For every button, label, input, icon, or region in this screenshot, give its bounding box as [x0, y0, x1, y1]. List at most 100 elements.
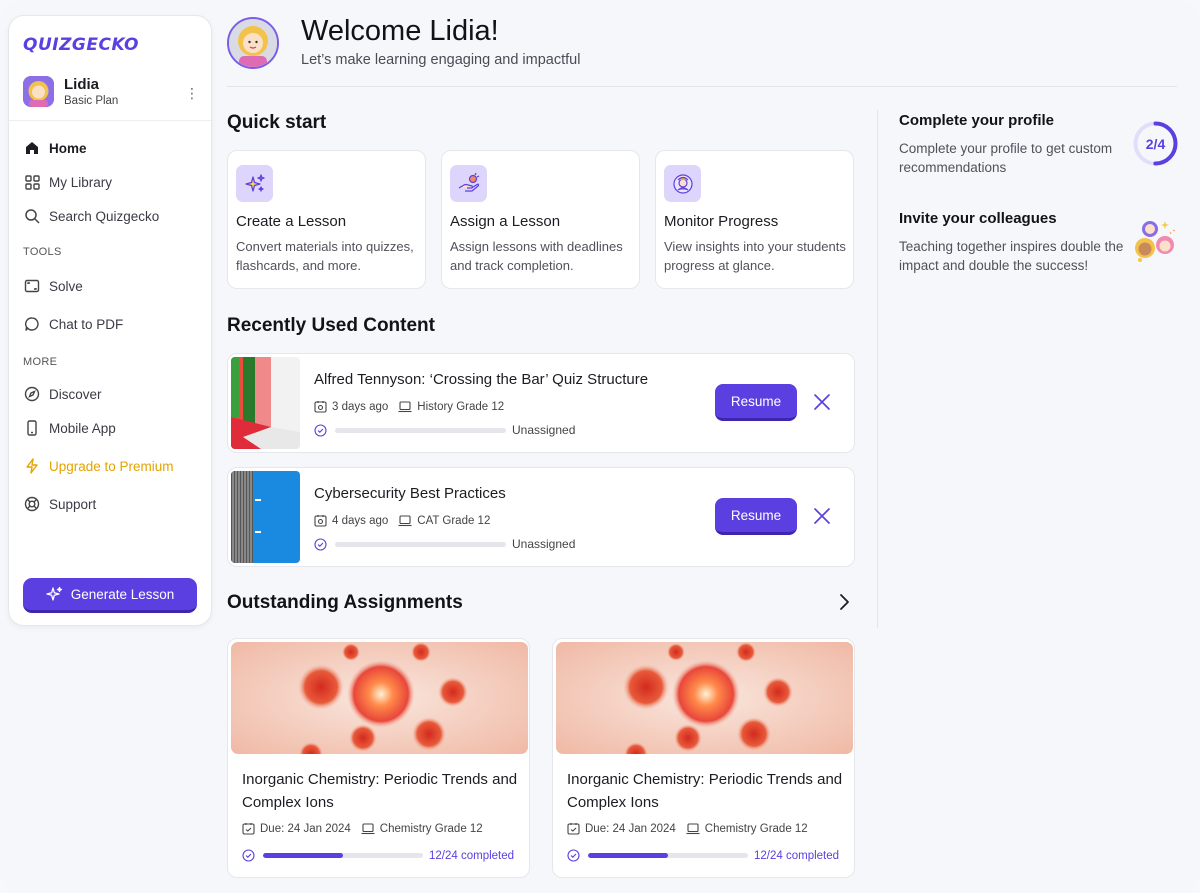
- quick-start-card-assign[interactable]: Assign a Lesson Assign lessons with dead…: [441, 150, 640, 289]
- recent-content-heading: Recently Used Content: [227, 315, 435, 336]
- header-divider: [227, 86, 1177, 87]
- sidebar-item-label: Search Quizgecko: [49, 208, 160, 224]
- assignment-progress: 12/24 completed: [567, 849, 847, 862]
- laptop-icon: [686, 822, 700, 835]
- check-circle-icon: [314, 537, 327, 551]
- assignment-title: Inorganic Chemistry: Periodic Trends and…: [567, 771, 843, 811]
- content-class: History Grade 12: [417, 400, 505, 413]
- assignment-card[interactable]: Inorganic Chemistry: Periodic Trends and…: [227, 638, 530, 878]
- compass-icon: [23, 385, 41, 403]
- close-icon[interactable]: [812, 392, 832, 412]
- app-frame: QUIZGECKO Lidia Basic Plan ⋮ Home My Lib…: [0, 0, 1200, 893]
- sidebar-item-upgrade[interactable]: Upgrade to Premium: [23, 453, 201, 479]
- profile-progress-text: 2/4: [1145, 135, 1166, 152]
- app-logo[interactable]: QUIZGECKO: [23, 35, 139, 55]
- sidebar-item-my-library[interactable]: My Library: [23, 169, 201, 195]
- sidebar-item-label: Home: [49, 140, 87, 156]
- assignment-status: Unassigned: [512, 537, 576, 551]
- resume-button[interactable]: Resume: [715, 498, 797, 535]
- home-icon: [23, 139, 41, 157]
- assignment-class: Chemistry Grade 12: [704, 822, 808, 835]
- sparkles-icon: [236, 165, 273, 202]
- sidebar-item-discover[interactable]: Discover: [23, 381, 201, 407]
- assignment-status: Unassigned: [512, 423, 576, 437]
- progress-bar: [335, 427, 506, 433]
- assignment-thumbnail: [231, 642, 528, 754]
- tools-section-label: TOOLS: [23, 246, 62, 258]
- colleagues-illustration-icon: [1132, 218, 1178, 264]
- close-icon[interactable]: [812, 506, 832, 526]
- recent-content-item[interactable]: Alfred Tennyson: ‘Crossing the Bar’ Quiz…: [227, 353, 855, 453]
- sidebar-item-label: Chat to PDF: [49, 316, 124, 332]
- assignment-progress: 12/24 completed: [242, 849, 522, 862]
- resume-button[interactable]: Resume: [715, 384, 797, 421]
- content-progress: Unassigned: [314, 537, 575, 551]
- content-time: 4 days ago: [332, 514, 389, 527]
- sidebar-item-chat-to-pdf[interactable]: Chat to PDF: [23, 311, 201, 337]
- sidebar-item-home[interactable]: Home: [23, 135, 201, 161]
- sidebar-item-solve[interactable]: Solve: [23, 273, 201, 299]
- recent-content-item[interactable]: Cybersecurity Best Practices 4 days ago …: [227, 467, 855, 567]
- user-name: Lidia: [64, 76, 100, 93]
- quick-start-card-title: Monitor Progress: [664, 213, 779, 230]
- sidebar-item-mobile-app[interactable]: Mobile App: [23, 415, 201, 441]
- check-circle-icon: [314, 423, 327, 437]
- check-circle-icon: [567, 849, 580, 862]
- assignment-meta: Due: 24 Jan 2024 Chemistry Grade 12: [242, 822, 483, 835]
- content-thumbnail: [231, 471, 300, 563]
- right-panel-divider: [877, 110, 878, 628]
- sidebar-item-support[interactable]: Support: [23, 491, 201, 517]
- complete-profile-desc: Complete your profile to get custom reco…: [899, 141, 1113, 175]
- sidebar-item-search[interactable]: Search Quizgecko: [23, 203, 201, 229]
- assignment-title: Inorganic Chemistry: Periodic Trends and…: [242, 771, 518, 811]
- assignment-thumbnail: [556, 642, 853, 754]
- generate-lesson-button[interactable]: Generate Lesson: [23, 578, 197, 613]
- quick-start-card-monitor[interactable]: Monitor Progress View insights into your…: [655, 150, 854, 289]
- content-time: 3 days ago: [332, 400, 389, 413]
- assignments-heading: Outstanding Assignments: [227, 592, 463, 613]
- sidebar-item-label: Mobile App: [49, 420, 116, 436]
- calendar-check-icon: [242, 822, 255, 835]
- more-section-label: MORE: [23, 356, 58, 368]
- header-avatar[interactable]: [227, 17, 279, 69]
- lifebuoy-icon: [23, 495, 41, 513]
- user-avatar: [23, 76, 54, 107]
- monitor-student-icon: [664, 165, 701, 202]
- quick-start-card-create[interactable]: Create a Lesson Convert materials into q…: [227, 150, 426, 289]
- content-meta: 4 days ago CAT Grade 12: [314, 514, 490, 527]
- quick-start-card-desc: Assign lessons with deadlines and track …: [450, 239, 623, 273]
- user-profile[interactable]: Lidia Basic Plan ⋮: [23, 76, 199, 110]
- progress-count: 12/24 completed: [754, 849, 840, 862]
- content-title: Alfred Tennyson: ‘Crossing the Bar’ Quiz…: [314, 371, 649, 388]
- user-plan: Basic Plan: [64, 95, 119, 107]
- lightning-icon: [23, 457, 41, 475]
- search-icon: [23, 207, 41, 225]
- progress-count: 12/24 completed: [429, 849, 515, 862]
- sparkle-icon: [46, 586, 63, 603]
- invite-colleagues-title[interactable]: Invite your colleagues: [899, 210, 1057, 227]
- sidebar: QUIZGECKO Lidia Basic Plan ⋮ Home My Lib…: [8, 15, 212, 626]
- content-title: Cybersecurity Best Practices: [314, 485, 506, 502]
- quick-start-card-title: Create a Lesson: [236, 213, 347, 230]
- progress-bar-fill: [588, 853, 668, 858]
- quick-start-card-desc: View insights into your students progres…: [664, 239, 846, 273]
- assignment-due: Due: 24 Jan 2024: [260, 822, 351, 835]
- assignment-meta: Due: 24 Jan 2024 Chemistry Grade 12: [567, 822, 808, 835]
- assignment-due: Due: 24 Jan 2024: [585, 822, 676, 835]
- laptop-icon: [361, 822, 375, 835]
- complete-profile-title[interactable]: Complete your profile: [899, 112, 1054, 129]
- quick-start-card-desc: Convert materials into quizzes, flashcar…: [236, 239, 414, 273]
- content-progress: Unassigned: [314, 423, 575, 437]
- sidebar-item-label: Upgrade to Premium: [49, 458, 174, 474]
- more-options-icon[interactable]: ⋮: [185, 84, 199, 102]
- assignment-card[interactable]: Inorganic Chemistry: Periodic Trends and…: [552, 638, 855, 878]
- calendar-icon: [314, 400, 327, 413]
- quick-start-card-title: Assign a Lesson: [450, 213, 561, 230]
- laptop-icon: [398, 400, 412, 413]
- chevron-right-icon[interactable]: [835, 592, 853, 612]
- page-title: Welcome Lidia!: [301, 15, 499, 47]
- progress-bar: [588, 853, 748, 858]
- calendar-check-icon: [567, 822, 580, 835]
- calendar-icon: [314, 514, 327, 527]
- page-subtitle: Let’s make learning engaging and impactf…: [301, 52, 581, 68]
